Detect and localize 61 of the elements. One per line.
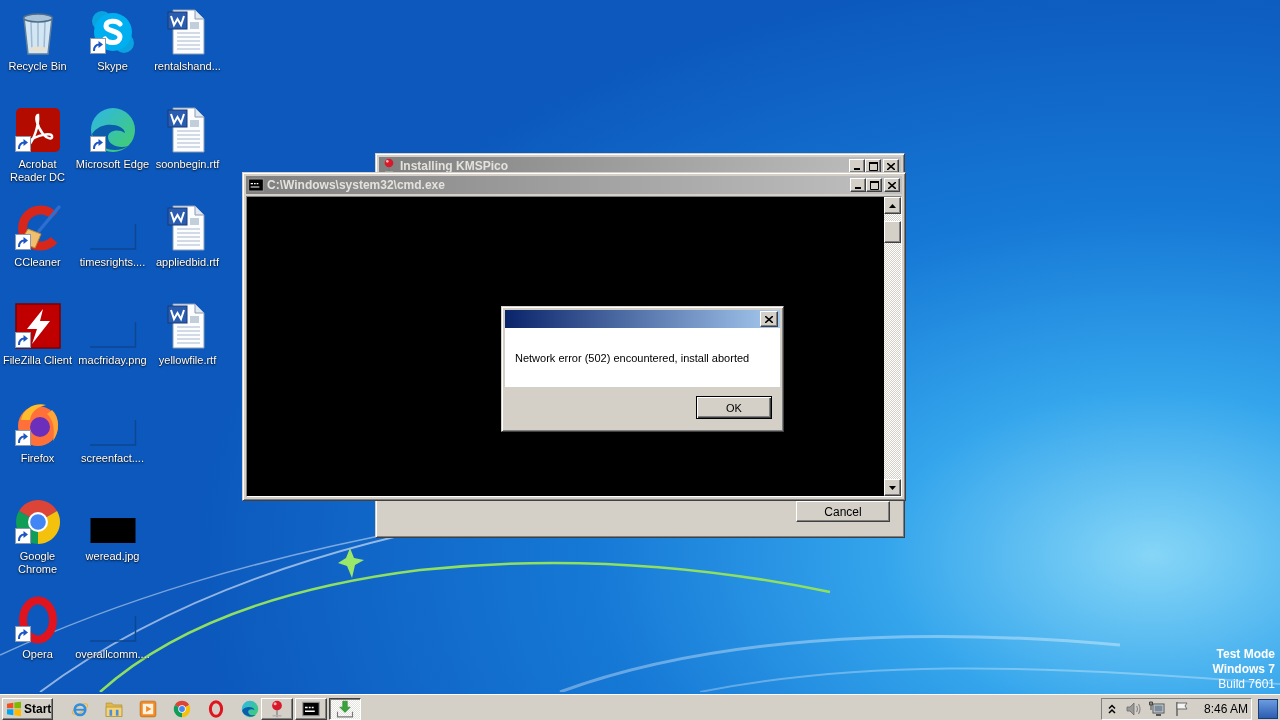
- icon-label: timesrights....: [79, 256, 146, 269]
- error-message: Network error (502) encountered, install aborted: [515, 351, 750, 364]
- icon-label: soonbegin.rtf: [155, 158, 220, 171]
- clock[interactable]: 8:46 AM: [1203, 701, 1248, 716]
- download-icon: [336, 699, 354, 718]
- windows-logo-icon: [6, 700, 22, 717]
- scroll-up-button[interactable]: [884, 197, 901, 214]
- build-number-label: Build 7601: [1218, 677, 1275, 692]
- icon-label: Firefox: [20, 452, 55, 465]
- test-mode-label: Test Mode: [1216, 647, 1275, 662]
- close-button[interactable]: [760, 311, 778, 327]
- scrollbar-thumb[interactable]: [884, 221, 901, 243]
- windows-edition-label: Windows 7: [1212, 662, 1275, 677]
- icon-label: Google Chrome: [16, 550, 59, 576]
- minimize-icon: [855, 186, 861, 189]
- chevron-up-icon[interactable]: [1107, 703, 1116, 714]
- show-desktop-button[interactable]: [1258, 698, 1278, 719]
- image-thumbnail-icon[interactable]: [88, 321, 137, 348]
- sparkle-icon: [338, 548, 364, 578]
- icon-label: macfriday.png: [78, 354, 147, 367]
- icon-label: overallcomm....: [75, 648, 150, 661]
- window-title: C:\Windows\system32\cmd.exe: [267, 178, 445, 192]
- network-icon[interactable]: [1148, 700, 1165, 717]
- icon-label: Opera: [22, 648, 53, 661]
- icon-label: FileZilla Client: [2, 354, 73, 367]
- chrome-logo-icon[interactable]: [173, 699, 191, 718]
- icon-label: Recycle Bin: [8, 60, 67, 73]
- icon-label: appliedbid.rtf: [156, 256, 219, 269]
- edge-logo-icon[interactable]: [241, 699, 259, 718]
- icon-label: screenfact....: [81, 452, 144, 465]
- close-icon: [765, 315, 773, 323]
- image-thumbnail-icon[interactable]: [88, 419, 137, 446]
- start-button[interactable]: Start: [2, 697, 53, 720]
- maximize-icon: [869, 180, 879, 190]
- console-icon: [302, 699, 320, 718]
- image-thumbnail-icon[interactable]: [88, 615, 137, 642]
- speaker-icon[interactable]: [1125, 700, 1142, 717]
- close-icon: [888, 181, 896, 189]
- taskbar-button[interactable]: [329, 697, 361, 720]
- minimize-icon: [854, 167, 860, 170]
- maximize-icon: [868, 161, 878, 171]
- icon-label: CCleaner: [14, 256, 61, 269]
- scroll-down-button[interactable]: [884, 479, 901, 496]
- close-icon: [887, 162, 895, 170]
- scrollbar-track[interactable]: [884, 197, 901, 496]
- icon-label: weread.jpg: [85, 550, 140, 563]
- image-thumbnail-icon[interactable]: [88, 223, 137, 250]
- image-thumbnail-icon[interactable]: [88, 517, 137, 544]
- icon-label: rentalshand...: [154, 60, 221, 73]
- ok-button[interactable]: OK: [696, 396, 772, 419]
- cancel-button[interactable]: Cancel: [796, 501, 890, 522]
- caret-down-icon: [889, 485, 896, 490]
- icon-label: yellowfile.rtf: [158, 354, 217, 367]
- window-title: Installing KMSPico: [400, 159, 508, 173]
- media-player-icon[interactable]: [139, 699, 157, 718]
- caret-up-icon: [889, 203, 896, 208]
- icon-label: Acrobat Reader DC: [9, 158, 66, 184]
- icon-label: Microsoft Edge: [75, 158, 150, 171]
- icon-label: Skype: [97, 60, 128, 73]
- console-icon: [248, 177, 264, 193]
- flag-icon[interactable]: [1174, 700, 1189, 717]
